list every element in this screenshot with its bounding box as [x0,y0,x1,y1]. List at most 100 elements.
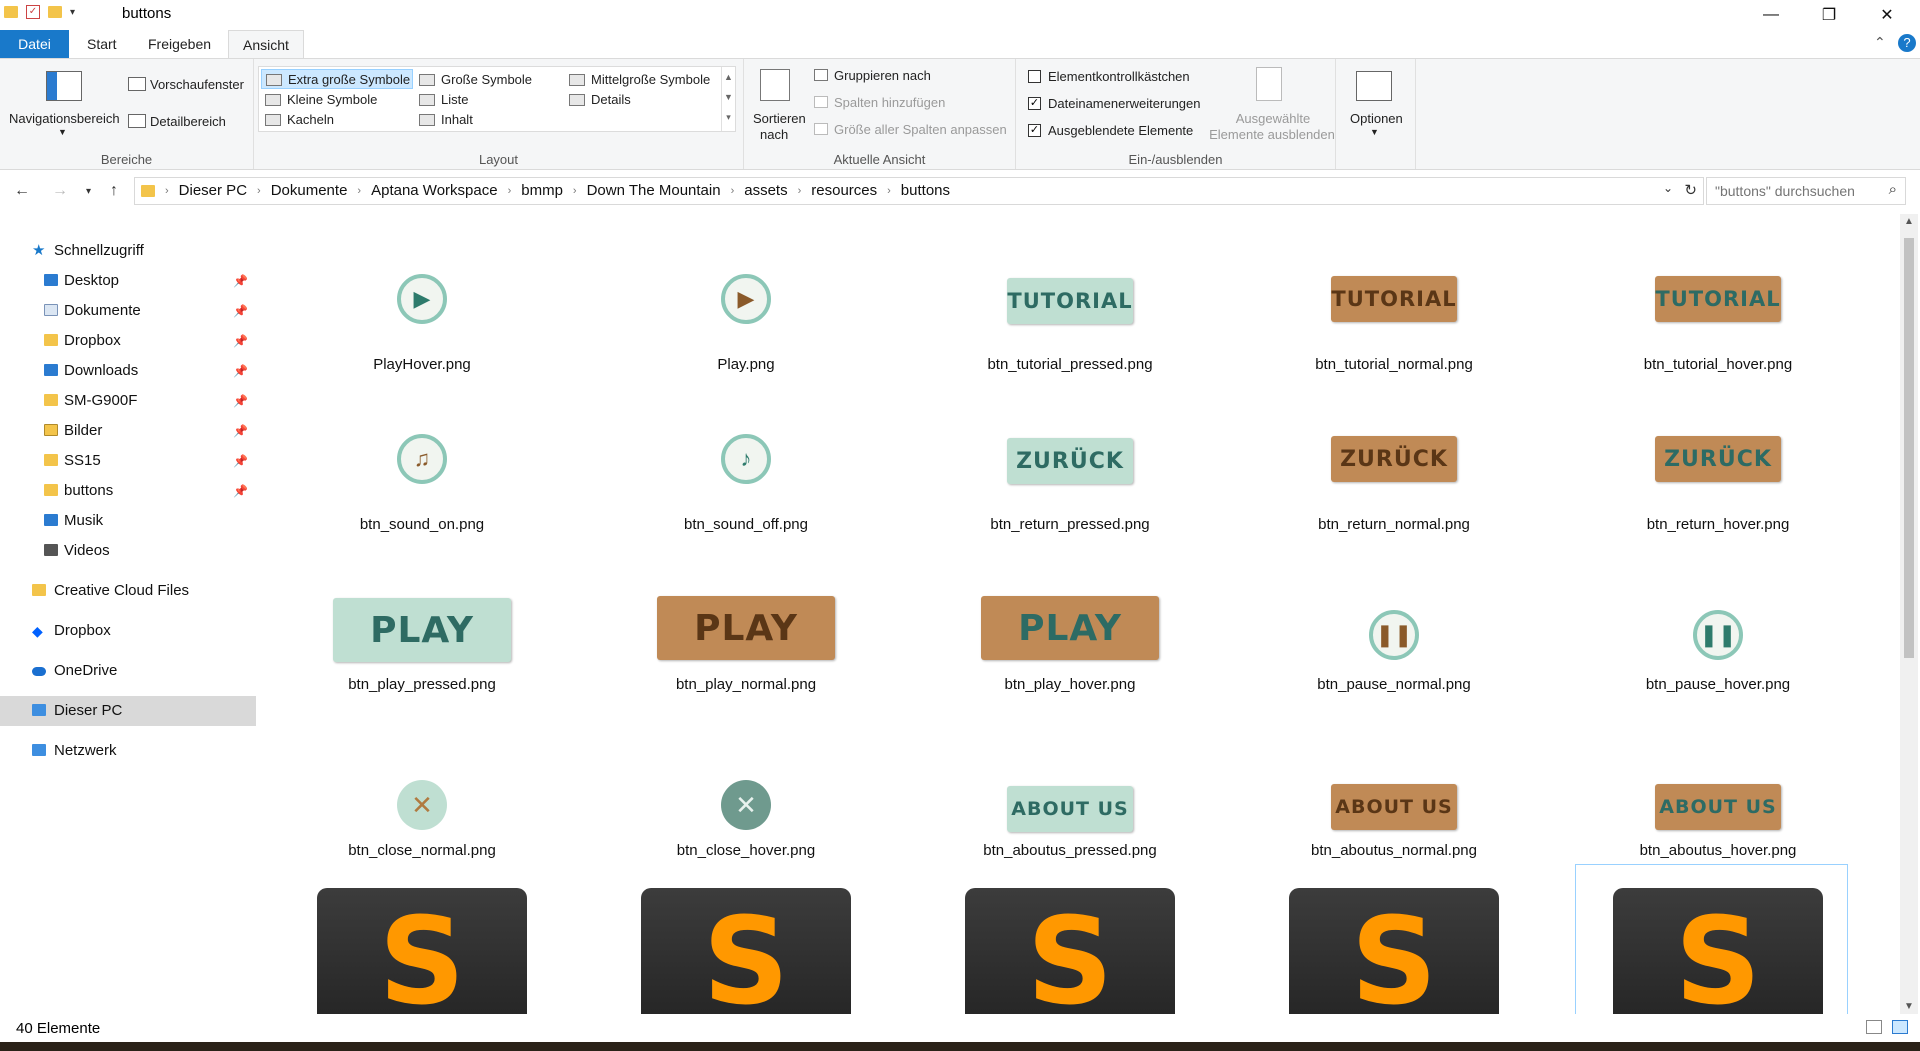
hide-selected-line2[interactable]: Elemente ausblenden [1208,127,1336,142]
pin-icon[interactable]: 📌 [233,386,248,416]
sublime-app-icon[interactable]: S [317,888,527,1014]
sublime-app-icon[interactable]: S [965,888,1175,1014]
breadcrumb-separator: › [257,185,261,197]
details-pane-button[interactable]: Detailbereich [150,114,226,129]
refresh-icon[interactable]: ↻ [1684,181,1697,199]
minimize-button[interactable]: — [1742,0,1800,30]
breadcrumb: › Dieser PC › Dokumente › Aptana Workspa… [163,178,958,204]
sublime-app-icon[interactable]: S [1289,888,1499,1014]
recent-locations-icon[interactable]: ▾ [86,186,91,197]
group-by-button[interactable]: Gruppieren nach [834,68,931,83]
scroll-up-icon[interactable]: ▲ [1904,216,1914,227]
item-checkboxes-checkbox[interactable] [1028,70,1041,83]
dropbox-icon: ◆ [32,623,43,639]
maximize-button[interactable]: ❐ [1800,0,1858,30]
navigation-pane-button[interactable]: Navigationsbereich [9,111,120,126]
crumb-buttons[interactable]: buttons [893,178,958,204]
collapse-ribbon-icon[interactable]: ⌃ [1874,34,1886,51]
nav-this-pc[interactable]: Dieser PC [0,696,256,726]
close-button[interactable]: ✕ [1858,0,1916,30]
search-input[interactable] [1707,178,1867,204]
properties-icon[interactable]: ✓ [26,5,40,19]
crumb-dokumente[interactable]: Dokumente [263,178,356,204]
layout-list[interactable]: Liste [415,90,468,110]
add-columns-button[interactable]: Spalten hinzufügen [834,95,945,110]
layout-small-icons[interactable]: Kleine Symbole [261,90,377,110]
forward-arrow-icon[interactable]: → [52,182,68,200]
nav-music[interactable]: Musik [0,506,256,536]
nav-quick-access[interactable]: ★ Schnellzugriff [0,236,256,266]
layout-extra-large-icons[interactable]: Extra große Symbole [261,69,413,89]
large-icons-view-icon[interactable] [1892,1020,1908,1034]
layout-content[interactable]: Inhalt [415,110,473,130]
file-extensions-checkbox[interactable]: ✓ [1028,97,1041,110]
layout-scroll[interactable]: ▲ ▼ ▾ [721,67,735,131]
nav-pictures[interactable]: Bilder 📌 [0,416,256,446]
extra-large-icons-icon [266,74,282,86]
tab-start[interactable]: Start [73,30,131,58]
crumb-assets[interactable]: assets [736,178,795,204]
pin-icon[interactable]: 📌 [233,446,248,476]
crumb-resources[interactable]: resources [803,178,885,204]
group-show-hide: Elementkontrollkästchen ✓ Dateinamenerwe… [1016,59,1336,169]
nav-documents[interactable]: Dokumente 📌 [0,296,256,326]
pin-icon[interactable]: 📌 [233,356,248,386]
fit-columns-button[interactable]: Größe aller Spalten anpassen [834,122,1007,137]
nav-network[interactable]: Netzwerk [0,736,256,766]
tab-freigeben[interactable]: Freigeben [134,30,225,58]
sort-by-label[interactable]: nach [760,127,788,142]
scrollbar-thumb[interactable] [1904,238,1914,658]
nav-downloads[interactable]: Downloads 📌 [0,356,256,386]
preview-pane-icon [128,77,146,91]
address-dropdown-icon[interactable]: ⌄ [1663,181,1673,195]
vertical-scrollbar[interactable]: ▲ ▼ [1900,214,1918,1014]
crumb-aptana-workspace[interactable]: Aptana Workspace [363,178,505,204]
breadcrumb-separator: › [797,185,802,197]
nav-dropbox-pinned[interactable]: Dropbox 📌 [0,326,256,356]
layout-details[interactable]: Details [565,90,631,110]
breadcrumb-separator: › [887,185,891,197]
nav-sm-g900f[interactable]: SM-G900F 📌 [0,386,256,416]
details-view-icon[interactable] [1866,1020,1882,1034]
pin-icon[interactable]: 📌 [233,326,248,356]
search-box[interactable]: ⌕ [1706,177,1906,205]
address-bar[interactable]: › Dieser PC › Dokumente › Aptana Workspa… [134,177,1704,205]
up-arrow-icon[interactable]: ↑ [110,182,118,200]
customize-toolbar-icon[interactable]: ▾ [70,7,75,18]
tab-datei[interactable]: Datei [0,30,69,58]
sublime-app-icon[interactable]: S [1613,888,1823,1014]
crumb-down-the-mountain[interactable]: Down The Mountain [579,178,729,204]
new-folder-icon[interactable] [48,6,62,18]
preview-pane-button[interactable]: Vorschaufenster [150,77,244,92]
medium-icons-icon [569,74,585,86]
back-arrow-icon[interactable]: ← [14,182,30,200]
pin-icon[interactable]: 📌 [233,476,248,506]
pin-icon[interactable]: 📌 [233,416,248,446]
help-icon[interactable]: ? [1898,34,1916,52]
hidden-items-checkbox[interactable]: ✓ [1028,124,1041,137]
crumb-bmmp[interactable]: bmmp [513,178,571,204]
tab-ansicht[interactable]: Ansicht [228,30,304,59]
file-name: btn_play_normal.png [675,676,817,693]
nav-dropbox[interactable]: ◆ Dropbox [0,616,256,646]
nav-onedrive[interactable]: OneDrive [0,656,256,686]
layout-medium-icons[interactable]: Mittelgroße Symbole [565,70,710,90]
search-icon[interactable]: ⌕ [1889,181,1897,198]
nav-desktop[interactable]: Desktop 📌 [0,266,256,296]
hide-selected-line1[interactable]: Ausgewählte [1232,111,1314,126]
nav-creative-cloud[interactable]: Creative Cloud Files [0,576,256,606]
sublime-app-icon[interactable]: S [641,888,851,1014]
folder-icon [4,6,18,18]
layout-large-icons[interactable]: Große Symbole [415,70,532,90]
close-normal-thumbnail: ✕ [397,780,447,830]
pin-icon[interactable]: 📌 [233,296,248,326]
scroll-down-icon[interactable]: ▼ [1904,1001,1914,1012]
sort-button[interactable]: Sortieren [753,111,806,126]
nav-ss15[interactable]: SS15 📌 [0,446,256,476]
nav-buttons[interactable]: buttons 📌 [0,476,256,506]
pin-icon[interactable]: 📌 [233,266,248,296]
crumb-dieser-pc[interactable]: Dieser PC [171,178,255,204]
options-button[interactable]: Optionen [1350,111,1403,126]
nav-videos[interactable]: Videos [0,536,256,566]
layout-tiles[interactable]: Kacheln [261,110,334,130]
